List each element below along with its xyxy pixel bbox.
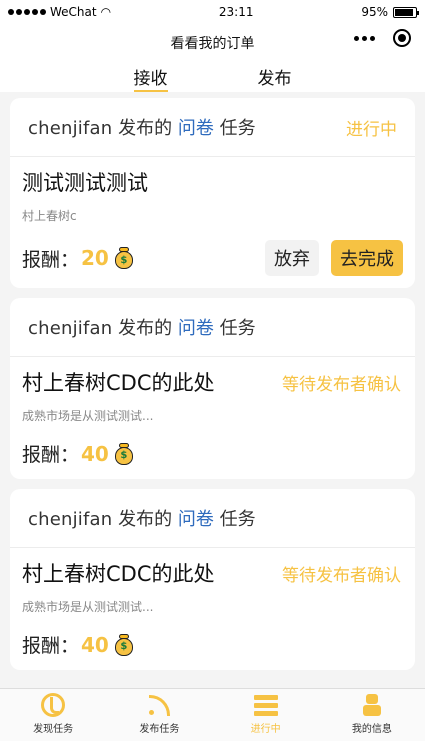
order-card[interactable]: chenjifan 发布的 问卷 任务 村上春树CDC的此处 等待发布者确认 成… xyxy=(10,298,415,479)
task-word: 任务 xyxy=(219,318,256,339)
task-type: 问卷 xyxy=(177,118,214,139)
bottom-tabbar: 发现任务 发布任务 进行中 我的信息 xyxy=(0,688,425,741)
card-header: chenjifan 发布的 问卷 任务 进行中 xyxy=(10,98,415,157)
task-row: 测试测试测试 xyxy=(22,167,403,197)
order-list: chenjifan 发布的 问卷 任务 进行中 测试测试测试 村上春树c 报酬：… xyxy=(0,92,425,670)
battery-info: 95% xyxy=(361,5,419,19)
card-header: chenjifan 发布的 问卷 任务 xyxy=(10,489,415,548)
publisher-name: chenjifan xyxy=(28,509,113,530)
publisher-name: chenjifan xyxy=(28,318,113,339)
reward-row: 报酬： 20 $ 放弃 去完成 xyxy=(22,240,403,276)
publish-icon xyxy=(147,693,171,717)
money-bag-icon: $ xyxy=(114,442,133,465)
status-bar: WeChat ◠ 23:11 95% xyxy=(0,0,425,24)
order-card[interactable]: chenjifan 发布的 问卷 任务 进行中 测试测试测试 村上春树c 报酬：… xyxy=(10,98,415,288)
status-badge: 进行中 xyxy=(346,119,397,140)
signal-icon xyxy=(8,9,46,15)
task-description: 成熟市场是从测试测试... xyxy=(22,600,154,614)
order-tabs: 接收 发布 xyxy=(0,62,425,92)
card-body: 村上春树CDC的此处 等待发布者确认 成熟市场是从测试测试... 报酬： 40 … xyxy=(10,357,415,479)
carrier-name: WeChat xyxy=(50,5,97,19)
tab-received[interactable]: 接收 xyxy=(133,64,168,92)
reward-label: 报酬： xyxy=(22,444,80,466)
published-label: 发布的 xyxy=(118,118,173,139)
tabbar-label: 发布任务 xyxy=(139,724,180,735)
task-word: 任务 xyxy=(219,509,256,530)
reward-amount: 20 xyxy=(81,246,109,270)
order-card[interactable]: chenjifan 发布的 问卷 任务 村上春树CDC的此处 等待发布者确认 成… xyxy=(10,489,415,670)
money-bag-icon: $ xyxy=(114,247,133,269)
reward-row: 报酬： 40 $ xyxy=(22,631,403,658)
task-type: 问卷 xyxy=(177,509,214,530)
publisher-name: chenjifan xyxy=(28,118,113,139)
tab-published[interactable]: 发布 xyxy=(258,64,292,92)
reward-amount: 40 xyxy=(81,441,109,466)
reward: 报酬： 40 $ xyxy=(22,631,133,658)
reward-label: 报酬： xyxy=(22,248,80,271)
tabbar-label: 进行中 xyxy=(250,724,281,735)
reward-amount: 40 xyxy=(81,632,109,657)
card-header: chenjifan 发布的 问卷 任务 xyxy=(10,298,415,357)
task-type: 问卷 xyxy=(177,318,214,339)
carrier-info: WeChat ◠ xyxy=(8,5,111,19)
task-row: 村上春树CDC的此处 等待发布者确认 xyxy=(22,367,403,397)
more-icon[interactable] xyxy=(354,35,375,41)
task-title: 测试测试测试 xyxy=(22,171,148,195)
close-miniprogram-icon[interactable] xyxy=(393,29,411,47)
task-status: 等待发布者确认 xyxy=(282,565,401,586)
task-row: 村上春树CDC的此处 等待发布者确认 xyxy=(22,558,403,588)
publisher-line: chenjifan 发布的 问卷 任务 xyxy=(28,114,256,140)
profile-icon xyxy=(360,693,384,717)
tabbar-item-discover[interactable]: 发现任务 xyxy=(0,689,106,741)
ongoing-icon xyxy=(253,693,278,717)
abandon-button[interactable]: 放弃 xyxy=(265,240,319,276)
mini-program-capsule xyxy=(354,29,411,47)
clock: 23:11 xyxy=(218,5,254,19)
battery-percent: 95% xyxy=(361,5,388,19)
published-label: 发布的 xyxy=(118,509,173,530)
money-bag-icon: $ xyxy=(114,633,133,656)
nav-bar: 看看我的订单 xyxy=(0,24,425,62)
reward: 报酬： 20 $ xyxy=(22,245,133,272)
published-label: 发布的 xyxy=(118,318,173,339)
tabbar-label: 发现任务 xyxy=(33,724,74,735)
task-status: 等待发布者确认 xyxy=(282,374,401,395)
tabbar-item-ongoing[interactable]: 进行中 xyxy=(213,689,319,741)
card-body: 村上春树CDC的此处 等待发布者确认 成熟市场是从测试测试... 报酬： 40 … xyxy=(10,548,415,670)
wifi-icon: ◠ xyxy=(100,5,112,19)
publisher-line: chenjifan 发布的 问卷 任务 xyxy=(28,314,256,340)
task-title: 村上春树CDC的此处 xyxy=(22,371,215,395)
card-body: 测试测试测试 村上春树c 报酬： 20 $ 放弃 去完成 xyxy=(10,157,415,288)
reward-row: 报酬： 40 $ xyxy=(22,440,403,467)
reward-label: 报酬： xyxy=(22,635,80,657)
card-actions: 放弃 去完成 xyxy=(265,240,403,276)
task-title: 村上春树CDC的此处 xyxy=(22,562,215,586)
task-description: 成熟市场是从测试测试... xyxy=(22,409,154,423)
reward: 报酬： 40 $ xyxy=(22,440,133,467)
task-word: 任务 xyxy=(219,118,256,139)
tabbar-item-profile[interactable]: 我的信息 xyxy=(319,689,425,741)
complete-button[interactable]: 去完成 xyxy=(331,240,403,276)
battery-icon xyxy=(393,6,419,18)
task-description: 村上春树c xyxy=(22,209,77,223)
discover-icon xyxy=(41,693,66,717)
page-title: 看看我的订单 xyxy=(170,36,255,52)
tabbar-label: 我的信息 xyxy=(351,724,392,735)
publisher-line: chenjifan 发布的 问卷 任务 xyxy=(28,505,256,531)
tabbar-item-publish[interactable]: 发布任务 xyxy=(106,689,212,741)
